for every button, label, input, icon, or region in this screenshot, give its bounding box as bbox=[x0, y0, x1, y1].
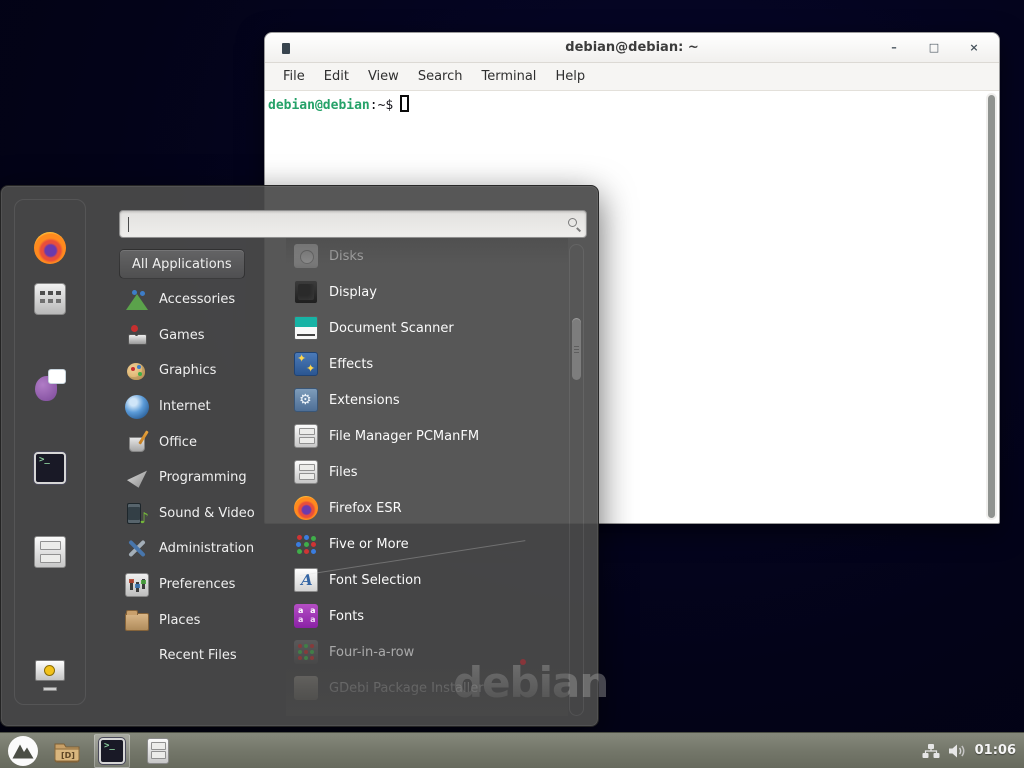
application-list: Disks Display Document Scanner Effects E… bbox=[286, 238, 568, 706]
menu-sidebar bbox=[14, 199, 86, 705]
terminal-cursor bbox=[400, 95, 409, 112]
places-folder-icon bbox=[125, 613, 149, 631]
category-games[interactable]: Games bbox=[119, 318, 283, 354]
taskbar: [D] 01:06 bbox=[0, 732, 1024, 768]
window-controls: – □ × bbox=[887, 33, 981, 63]
preferences-icon bbox=[125, 573, 149, 597]
display-icon bbox=[294, 280, 318, 304]
folder-badge: [D] bbox=[61, 751, 75, 760]
category-sound-video[interactable]: Sound & Video bbox=[119, 496, 283, 532]
administration-icon bbox=[125, 537, 149, 561]
app-gdebi-package-installer[interactable]: GDebi Package Installer bbox=[286, 670, 568, 706]
pidgin-icon[interactable] bbox=[34, 369, 66, 401]
app-firefox-esr[interactable]: Firefox ESR bbox=[286, 490, 568, 526]
app-document-scanner[interactable]: Document Scanner bbox=[286, 310, 568, 346]
menu-scrollbar-thumb[interactable] bbox=[572, 318, 581, 380]
terminal-task-icon bbox=[99, 738, 125, 764]
extensions-icon bbox=[294, 388, 318, 412]
application-menu: debian All Applications bbox=[0, 185, 599, 727]
scrollbar-grip bbox=[574, 349, 579, 350]
app-file-manager-pcmanfm[interactable]: File Manager PCManFM bbox=[286, 418, 568, 454]
desktop-folder-launcher[interactable]: [D] bbox=[53, 738, 81, 764]
fonts-icon bbox=[294, 604, 318, 628]
menu-help[interactable]: Help bbox=[555, 69, 585, 84]
volume-icon[interactable] bbox=[948, 743, 967, 759]
terminal-scrollbar-thumb[interactable] bbox=[988, 95, 995, 518]
terminal-title: debian@debian: ~ bbox=[565, 40, 698, 55]
file-manager-launcher[interactable] bbox=[144, 738, 172, 764]
lock-screen-icon[interactable] bbox=[34, 659, 66, 691]
office-icon bbox=[125, 430, 149, 454]
four-in-a-row-icon bbox=[294, 640, 318, 664]
file-manager-icon[interactable] bbox=[34, 536, 66, 568]
category-office[interactable]: Office bbox=[119, 424, 283, 460]
terminal-window-icon bbox=[282, 43, 290, 54]
category-accessories[interactable]: Accessories bbox=[119, 282, 283, 318]
system-tray: 01:06 bbox=[922, 743, 1016, 759]
graphics-icon bbox=[125, 359, 149, 383]
category-graphics[interactable]: Graphics bbox=[119, 353, 283, 389]
font-selection-icon bbox=[294, 568, 318, 592]
mountain-logo-icon bbox=[7, 735, 39, 767]
category-preferences[interactable]: Preferences bbox=[119, 567, 283, 603]
accessories-icon bbox=[125, 288, 149, 312]
network-icon[interactable] bbox=[922, 743, 940, 759]
files-icon bbox=[294, 460, 318, 484]
category-places[interactable]: Places bbox=[119, 602, 283, 638]
prompt-path: :~$ bbox=[370, 98, 393, 113]
search-input[interactable] bbox=[119, 210, 587, 238]
taskbar-terminal-task[interactable] bbox=[94, 734, 130, 768]
menu-search[interactable]: Search bbox=[418, 69, 463, 84]
gdebi-icon bbox=[294, 676, 318, 700]
pcmanfm-icon bbox=[294, 424, 318, 448]
text-caret bbox=[128, 217, 129, 232]
terminal-scrollbar[interactable] bbox=[986, 93, 997, 520]
app-four-in-a-row[interactable]: Four-in-a-row bbox=[286, 634, 568, 670]
app-files[interactable]: Files bbox=[286, 454, 568, 490]
desktop-wallpaper: debian@debian: ~ – □ × File Edit View Se… bbox=[0, 0, 1024, 768]
firefox-esr-icon bbox=[294, 496, 318, 520]
folder-icon: [D] bbox=[53, 739, 81, 763]
category-all-applications[interactable]: All Applications bbox=[119, 249, 245, 279]
app-fonts[interactable]: Fonts bbox=[286, 598, 568, 634]
app-effects[interactable]: Effects bbox=[286, 346, 568, 382]
category-programming[interactable]: Programming bbox=[119, 460, 283, 496]
firefox-icon[interactable] bbox=[34, 232, 66, 264]
effects-icon bbox=[294, 352, 318, 376]
file-cabinet-icon bbox=[147, 738, 169, 764]
search-icon bbox=[568, 218, 577, 227]
internet-icon bbox=[125, 395, 149, 419]
terminal-icon[interactable] bbox=[34, 452, 66, 484]
menu-file[interactable]: File bbox=[283, 69, 305, 84]
document-scanner-icon bbox=[294, 316, 318, 340]
menu-terminal[interactable]: Terminal bbox=[481, 69, 536, 84]
category-list: All Applications Accessories Games Graph… bbox=[119, 246, 283, 674]
app-five-or-more[interactable]: Five or More bbox=[286, 526, 568, 562]
prompt-user: debian@debian bbox=[268, 98, 370, 113]
terminal-titlebar[interactable]: debian@debian: ~ – □ × bbox=[265, 33, 999, 63]
app-display[interactable]: Display bbox=[286, 274, 568, 310]
app-extensions[interactable]: Extensions bbox=[286, 382, 568, 418]
close-button[interactable]: × bbox=[967, 43, 981, 53]
menu-edit[interactable]: Edit bbox=[324, 69, 349, 84]
five-or-more-icon bbox=[294, 532, 318, 556]
terminal-menubar: File Edit View Search Terminal Help bbox=[265, 63, 999, 91]
app-font-selection[interactable]: Font Selection bbox=[286, 562, 568, 598]
maximize-button[interactable]: □ bbox=[927, 43, 941, 53]
menu-scrollbar[interactable] bbox=[569, 244, 584, 716]
category-administration[interactable]: Administration bbox=[119, 531, 283, 567]
menu-view[interactable]: View bbox=[368, 69, 399, 84]
start-menu-button[interactable] bbox=[7, 735, 39, 767]
games-icon bbox=[125, 323, 149, 347]
clock[interactable]: 01:06 bbox=[975, 743, 1016, 758]
category-internet[interactable]: Internet bbox=[119, 389, 283, 425]
minimize-button[interactable]: – bbox=[887, 43, 901, 53]
category-recent-files[interactable]: Recent Files bbox=[119, 638, 283, 674]
sound-video-icon bbox=[125, 501, 149, 525]
programming-icon bbox=[125, 466, 149, 490]
disks-icon bbox=[294, 244, 318, 268]
app-disks[interactable]: Disks bbox=[286, 238, 568, 274]
software-icon[interactable] bbox=[34, 283, 66, 315]
